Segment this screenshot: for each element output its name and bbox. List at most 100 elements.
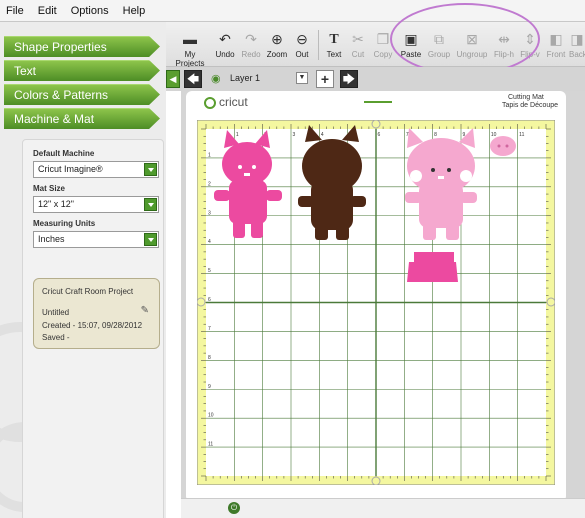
ruler-number: 10: [491, 132, 497, 138]
collapse-panel-arrow-icon[interactable]: ◀: [166, 70, 180, 88]
mat-size-value: 12" x 12": [38, 199, 74, 209]
mat-grid[interactable]: 11223344556677889910101111: [197, 120, 555, 485]
eye-icon[interactable]: ◉: [211, 72, 221, 85]
send-back-button[interactable]: ◨ Back: [569, 31, 585, 59]
mat-title-en: Cutting Mat: [508, 94, 544, 101]
canvas-stage: cricut Cutting Mat Tapis de Découpe 1122…: [181, 91, 585, 518]
toolbar-divider: [318, 30, 319, 60]
ruler-number: 1: [236, 132, 239, 138]
next-layer-button[interactable]: 🡆: [340, 70, 358, 88]
zoom-in-icon: ⊕: [271, 31, 283, 47]
my-projects-label: My Projects: [175, 50, 205, 68]
machine-mat-panel: Default Machine Cricut Imagine® Mat Size…: [22, 139, 164, 518]
ruler-number: 11: [208, 442, 213, 448]
layer-name: Layer 1: [230, 73, 261, 83]
ruler-number: 4: [321, 132, 324, 138]
back-label: Back: [569, 50, 585, 59]
ruler-number: 10: [208, 413, 214, 419]
redo-icon: ↷: [245, 31, 257, 47]
accordion-text[interactable]: Text: [4, 60, 160, 81]
menu-help[interactable]: Help: [123, 5, 146, 17]
menu-options[interactable]: Options: [71, 5, 109, 17]
front-label: Front: [546, 50, 566, 59]
folder-icon: ▬: [183, 31, 197, 47]
dropdown-arrow-icon[interactable]: [144, 198, 157, 211]
layer-bar: ◀ 🡄 ◉ Layer 1 ▼ + 🡆: [166, 67, 585, 91]
zoom-in-button[interactable]: ⊕ Zoom: [264, 31, 290, 59]
cut-label: Cut: [351, 50, 365, 59]
zoom-in-label: Zoom: [266, 50, 288, 59]
ruler-number: 3: [293, 132, 296, 138]
mat-size-select[interactable]: 12" x 12": [33, 196, 159, 213]
measuring-units-value: Inches: [38, 234, 65, 244]
project-name: Untitled: [42, 308, 70, 317]
text-label: Text: [326, 50, 342, 59]
redo-button[interactable]: ↷ Redo: [238, 31, 264, 59]
zoom-out-icon: ⊖: [296, 31, 308, 47]
project-card-title: Cricut Craft Room Project: [42, 287, 134, 296]
front-icon: ◧: [549, 31, 563, 47]
mat-handle: [197, 297, 206, 307]
scissors-icon: ✂: [352, 31, 364, 47]
highlight-annotation-circle: [390, 3, 540, 75]
measuring-units-label: Measuring Units: [33, 219, 96, 228]
pink-oval-shape[interactable]: [490, 136, 516, 156]
ruler-number: 8: [208, 355, 211, 361]
previous-layer-button[interactable]: 🡄: [184, 70, 202, 88]
accordion-machine-mat[interactable]: Machine & Mat: [4, 108, 160, 129]
default-machine-label: Default Machine: [33, 149, 95, 158]
my-projects-button[interactable]: ▬ My Projects: [170, 31, 210, 68]
text-button[interactable]: T Text: [322, 31, 346, 59]
ruler-number: 6: [208, 297, 211, 303]
ruler-number: 1: [208, 152, 211, 158]
ruler-number: 9: [208, 384, 211, 390]
ruler-number: 6: [378, 132, 381, 138]
mat-size-label: Mat Size: [33, 184, 66, 193]
cricut-brand: cricut: [219, 95, 248, 109]
ruler-number: 8: [434, 132, 437, 138]
undo-icon: ↶: [219, 31, 231, 47]
bring-front-button[interactable]: ◧ Front: [544, 31, 568, 59]
back-icon: ◨: [570, 31, 584, 47]
mat-handle: [546, 297, 555, 307]
ruler-number: 7: [208, 326, 211, 332]
cricut-logo-icon: [204, 97, 216, 109]
default-machine-select[interactable]: Cricut Imagine®: [33, 161, 159, 178]
menu-edit[interactable]: Edit: [38, 5, 57, 17]
dropdown-arrow-icon[interactable]: [144, 233, 157, 246]
power-icon[interactable]: ⏻: [228, 502, 240, 514]
cutting-mat: cricut Cutting Mat Tapis de Découpe 1122…: [186, 91, 566, 502]
ruler-number: 3: [208, 210, 211, 216]
layer-dropdown-icon[interactable]: ▼: [296, 72, 308, 84]
ruler-number: 4: [208, 239, 211, 245]
project-created: Created - 15:07, 09/28/2012: [42, 321, 143, 330]
mat-title-fr: Tapis de Découpe: [502, 102, 559, 109]
copy-label: Copy: [373, 50, 393, 59]
ruler-number: 11: [519, 132, 524, 138]
pink-skirt-shape[interactable]: [407, 252, 458, 282]
ruler-number: 2: [208, 181, 211, 187]
zoom-out-button[interactable]: ⊖ Out: [290, 31, 314, 59]
undo-button[interactable]: ↶ Undo: [212, 31, 238, 59]
redo-label: Redo: [241, 50, 261, 59]
undo-label: Undo: [215, 50, 235, 59]
cut-button[interactable]: ✂ Cut: [347, 31, 369, 59]
pencil-icon[interactable]: ✎: [141, 305, 149, 316]
accordion-shape-properties[interactable]: Shape Properties: [4, 36, 160, 57]
mat-handle: [371, 476, 381, 485]
project-saved: Saved -: [42, 333, 70, 342]
project-info-card: Cricut Craft Room Project Untitled ✎ Cre…: [33, 278, 160, 349]
add-layer-button[interactable]: +: [316, 70, 334, 88]
dropdown-arrow-icon[interactable]: [144, 163, 157, 176]
menu-file[interactable]: File: [6, 5, 24, 17]
text-icon: T: [329, 32, 339, 47]
left-sidebar: Shape Properties Text Colors & Patterns …: [0, 22, 166, 518]
measuring-units-select[interactable]: Inches: [33, 231, 159, 248]
accordion-colors-patterns[interactable]: Colors & Patterns: [4, 84, 160, 105]
bottom-bar: ⏻: [181, 498, 585, 518]
default-machine-value: Cricut Imagine®: [38, 164, 103, 174]
mat-handle: [371, 120, 381, 129]
ruler-number: 5: [208, 268, 211, 274]
mat-center-logo-icon: [364, 97, 392, 103]
zoom-out-label: Out: [295, 50, 309, 59]
